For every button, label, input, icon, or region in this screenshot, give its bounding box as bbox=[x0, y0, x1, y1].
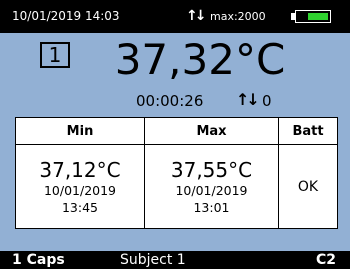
table-header-row: Min Max Batt bbox=[15, 117, 338, 145]
battery-icon bbox=[295, 10, 331, 23]
current-temperature: 37,32°C bbox=[114, 35, 286, 84]
subject-label: Subject 1 bbox=[120, 252, 186, 268]
header-min: Min bbox=[15, 117, 145, 145]
min-date: 10/01/2019 bbox=[43, 182, 117, 198]
elapsed-timer: 00:00:26 bbox=[136, 92, 204, 110]
counter-value: 0 bbox=[262, 92, 272, 110]
battery-fill bbox=[308, 13, 328, 20]
caps-label: 1 Caps bbox=[12, 252, 65, 268]
min-time: 13:45 bbox=[61, 199, 99, 215]
channel-code: C2 bbox=[315, 252, 336, 268]
bottom-bar: 1 Caps Subject 1 C2 bbox=[0, 251, 350, 269]
min-temperature: 37,12°C bbox=[39, 157, 121, 182]
stats-table: Min Max Batt 37,12°C 10/01/2019 13:45 37… bbox=[15, 117, 338, 229]
counter-arrows-icon: ↑↓ bbox=[236, 90, 260, 109]
max-time: 13:01 bbox=[193, 199, 230, 215]
table-row: 37,12°C 10/01/2019 13:45 37,55°C 10/01/2… bbox=[15, 144, 338, 229]
battery-status: OK bbox=[278, 144, 338, 229]
max-label: max:2000 bbox=[210, 10, 266, 23]
header-max: Max bbox=[144, 117, 279, 145]
status-bar: 10/01/2019 14:03 ↑↓ max:2000 bbox=[0, 0, 350, 33]
up-down-arrows-icon: ↑↓ bbox=[186, 8, 207, 24]
min-cell: 37,12°C 10/01/2019 13:45 bbox=[15, 144, 145, 229]
datetime: 10/01/2019 14:03 bbox=[12, 9, 120, 23]
header-batt: Batt bbox=[278, 117, 338, 145]
max-cell: 37,55°C 10/01/2019 13:01 bbox=[144, 144, 279, 229]
max-temperature: 37,55°C bbox=[170, 157, 253, 182]
channel-indicator: 1 bbox=[40, 42, 70, 68]
max-date: 10/01/2019 bbox=[175, 182, 248, 198]
